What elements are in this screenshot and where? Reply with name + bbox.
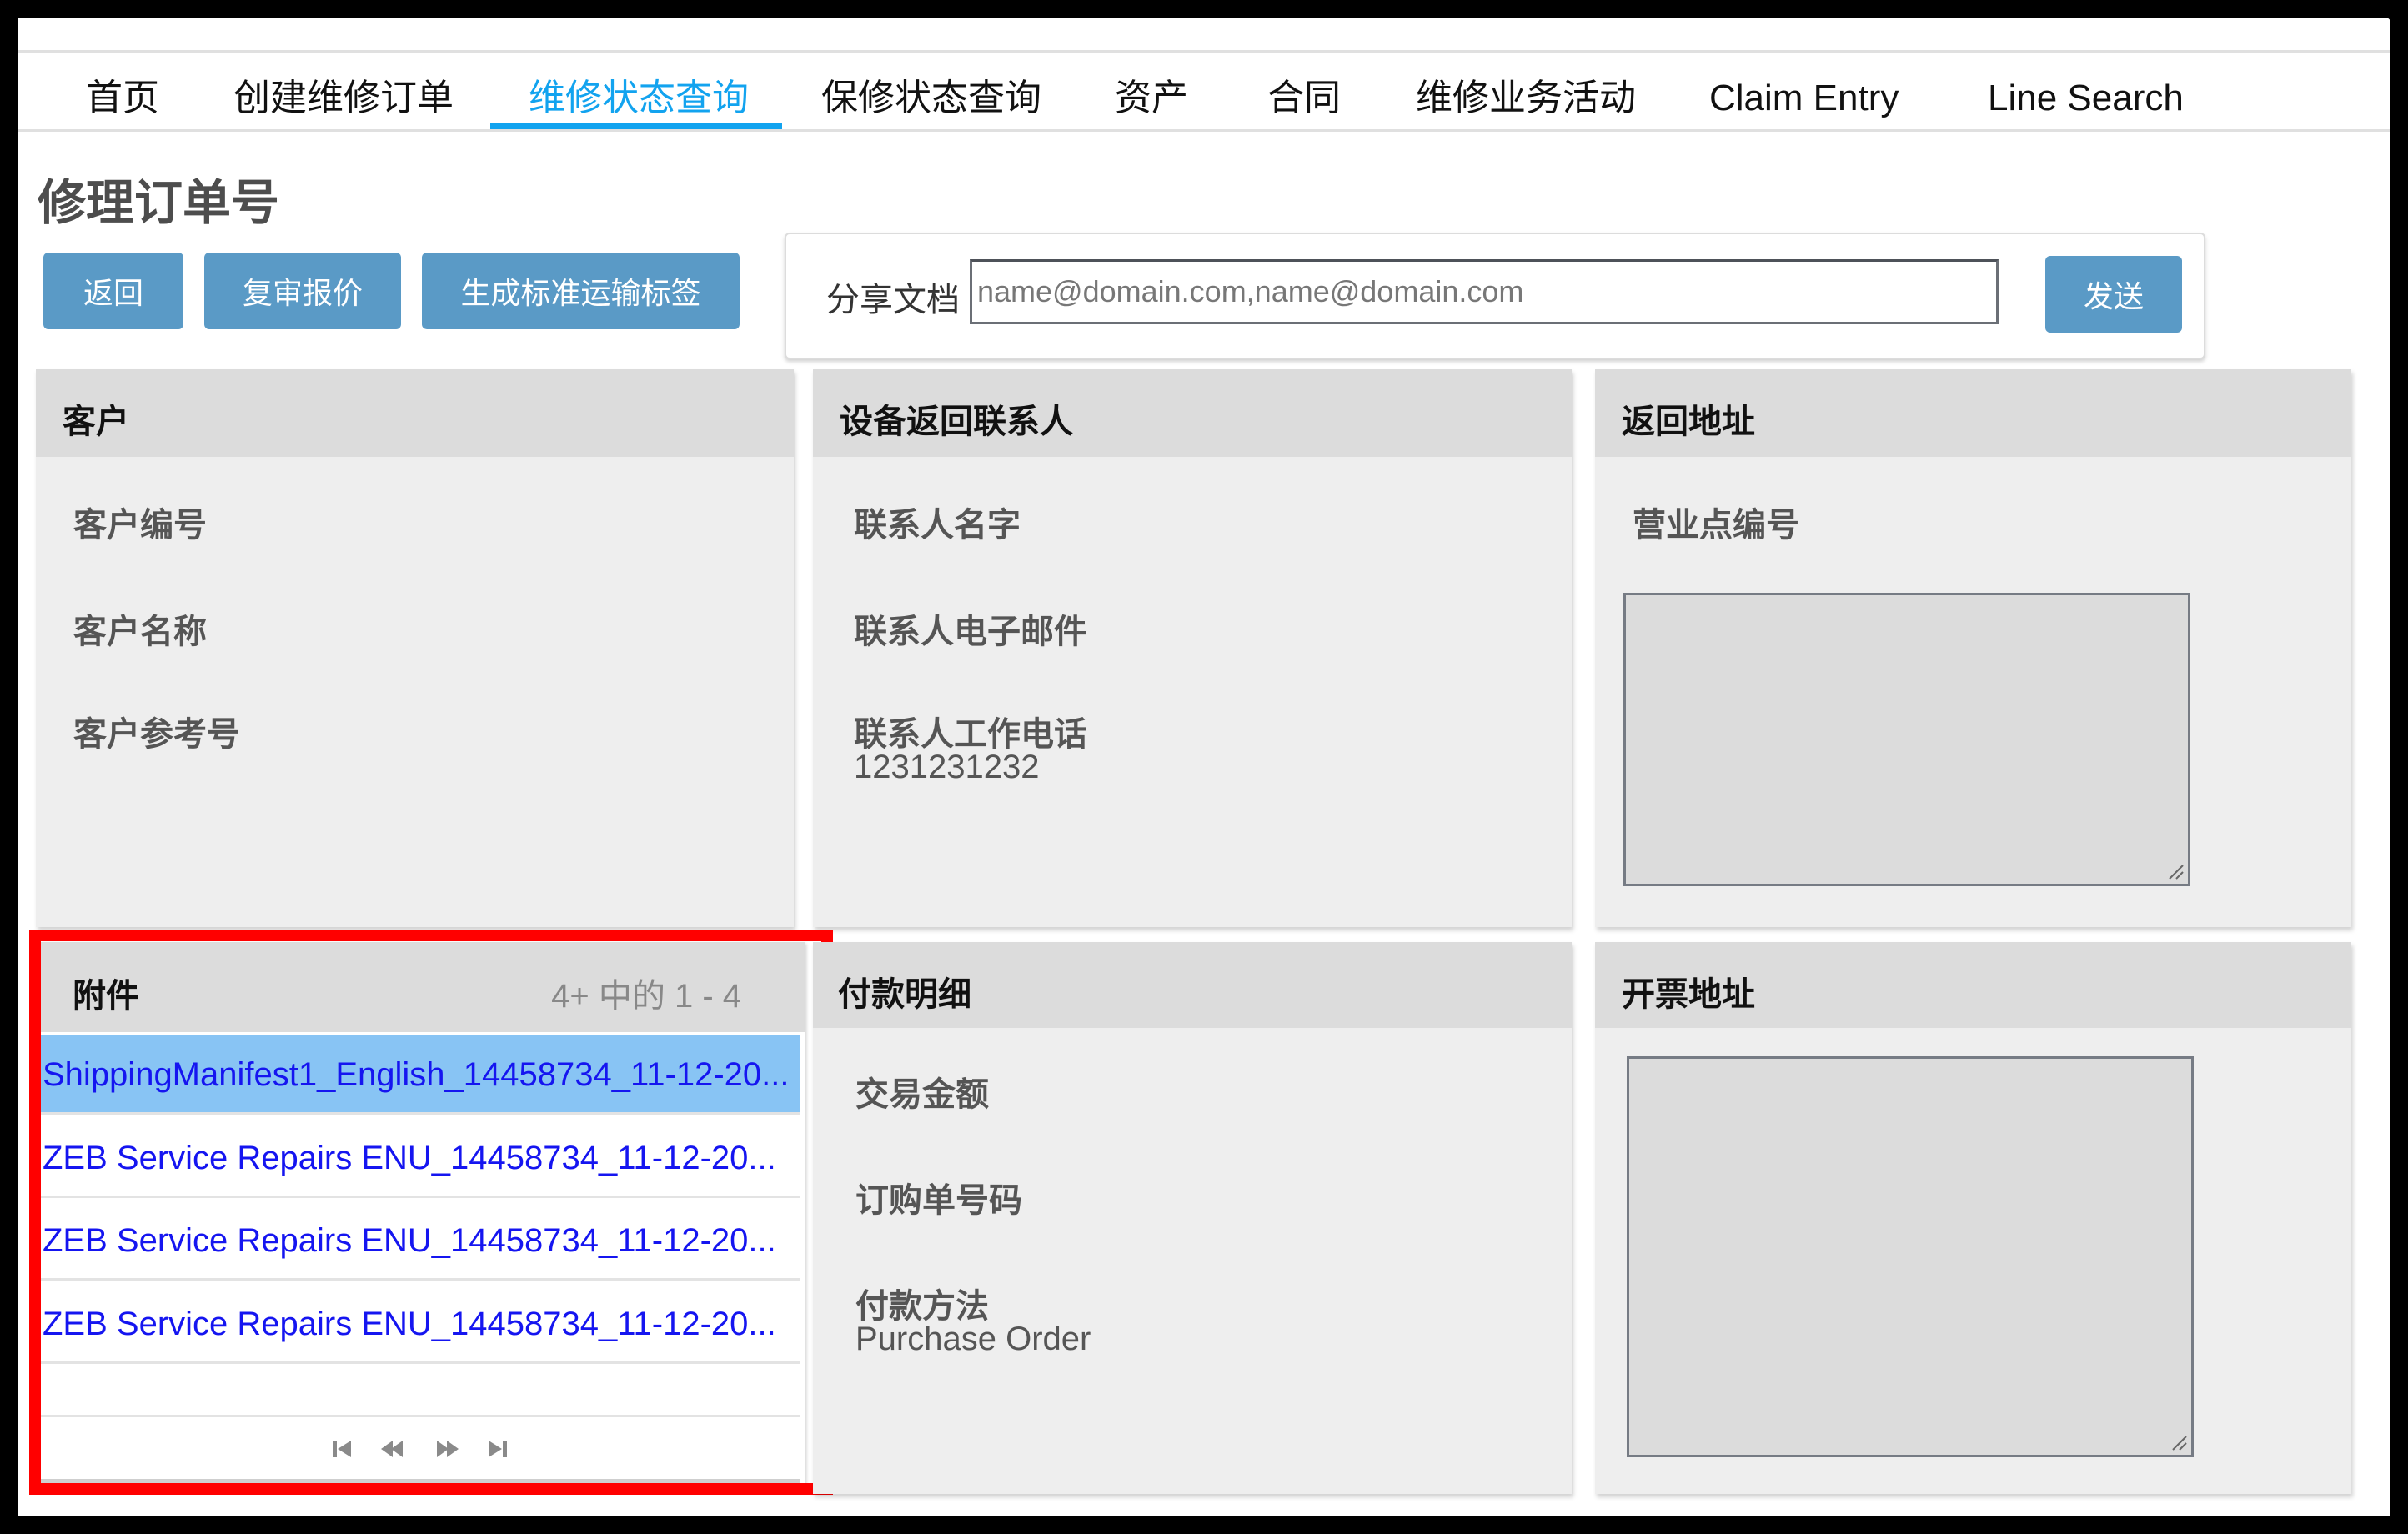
share-email-input[interactable] [970, 259, 1999, 324]
return-address-panel-title: 返回地址 [1622, 404, 1755, 440]
return-address-textarea[interactable] [1623, 593, 2190, 886]
attachment-row[interactable]: ZEB Service Repairs ENU_14458734_11-12-2… [41, 1201, 800, 1281]
customer-reference-label: 客户参考号 [73, 716, 240, 753]
payment-details-panel-title: 付款明细 [838, 976, 971, 1013]
nav-tab-create-repair-order[interactable]: 创建维修订单 [233, 66, 454, 131]
customer-panel-header: 客户 [36, 369, 794, 457]
nav-tab-repair-status[interactable]: 维修状态查询 [529, 66, 749, 131]
attachment-row[interactable]: ShippingManifest1_English_14458734_11-12… [41, 1035, 800, 1115]
billing-address-panel-title: 开票地址 [1622, 976, 1755, 1013]
send-button-label: 发送 [2083, 279, 2144, 313]
nav-tab-claim-entry[interactable]: Claim Entry [1709, 66, 1899, 131]
attachment-row-empty [41, 1367, 800, 1415]
return-contact-panel: 设备返回联系人 联系人名字 联系人电子邮件 联系人工作电话 1231231232 [813, 369, 1572, 927]
attachments-panel-title: 附件 [73, 978, 139, 1015]
review-quote-button[interactable]: 复审报价 [204, 253, 401, 329]
active-tab-indicator [490, 123, 782, 129]
payment-details-panel-header: 付款明细 [813, 942, 1572, 1028]
nav-tab-assets[interactable]: 资产 [1115, 66, 1188, 131]
attachment-link[interactable]: ZEB Service Repairs ENU_14458734_11-12-2… [41, 1306, 776, 1342]
contact-work-phone-value: 1231231232 [854, 749, 1040, 785]
nav-tab-line-search[interactable]: Line Search [1988, 66, 2184, 131]
attachment-link[interactable]: ZEB Service Repairs ENU_14458734_11-12-2… [41, 1140, 776, 1176]
previous-page-icon[interactable] [379, 1437, 404, 1461]
attachments-pager [41, 1415, 800, 1484]
resize-grip-icon[interactable] [2170, 1433, 2188, 1451]
nav-top-divider [18, 50, 2390, 53]
share-documents-label: 分享文档 [826, 282, 960, 318]
return-contact-panel-title: 设备返回联系人 [840, 404, 1073, 440]
last-page-icon[interactable] [485, 1437, 510, 1461]
first-page-icon[interactable] [329, 1437, 354, 1461]
attachment-link[interactable]: ShippingManifest1_English_14458734_11-12… [41, 1056, 790, 1093]
generate-shipping-label-button-label: 生成标准运输标签 [460, 276, 701, 310]
attachments-panel-header: 附件 4+ 中的 1 - 4 [41, 942, 805, 1032]
billing-address-panel: 开票地址 [1595, 942, 2351, 1494]
generate-shipping-label-button[interactable]: 生成标准运输标签 [422, 253, 740, 329]
attachments-panel: 附件 4+ 中的 1 - 4 ShippingManifest1_English… [41, 942, 805, 1484]
customer-number-label: 客户编号 [73, 507, 207, 544]
return-address-panel: 返回地址 营业点编号 [1595, 369, 2351, 927]
customer-panel: 客户 客户编号 客户名称 客户参考号 [36, 369, 794, 927]
payment-details-panel: 付款明细 交易金额 订购单号码 付款方法 Purchase Order [813, 942, 1572, 1494]
review-quote-button-label: 复审报价 [242, 276, 363, 310]
share-documents-box: 分享文档 发送 [785, 233, 2205, 359]
contact-name-label: 联系人名字 [854, 507, 1021, 544]
send-button[interactable]: 发送 [2045, 256, 2182, 333]
attachment-link[interactable]: ZEB Service Repairs ENU_14458734_11-12-2… [41, 1222, 776, 1259]
next-page-icon[interactable] [435, 1437, 460, 1461]
customer-panel-title: 客户 [63, 404, 129, 440]
repair-order-page: 首页 创建维修订单 维修状态查询 保修状态查询 资产 合同 维修业务活动 Cla… [18, 18, 2390, 1516]
transaction-amount-label: 交易金额 [855, 1076, 989, 1113]
attachments-record-count: 4+ 中的 1 - 4 [551, 978, 741, 1015]
billing-address-textarea[interactable] [1627, 1056, 2194, 1457]
nav-tab-warranty-status[interactable]: 保修状态查询 [821, 66, 1041, 131]
site-number-label: 营业点编号 [1633, 507, 1799, 544]
nav-tab-home[interactable]: 首页 [86, 66, 159, 131]
po-number-label: 订购单号码 [855, 1182, 1022, 1219]
contact-email-label: 联系人电子邮件 [854, 614, 1087, 650]
nav-tab-contracts[interactable]: 合同 [1267, 66, 1341, 131]
return-address-panel-header: 返回地址 [1595, 369, 2351, 457]
attachment-row[interactable]: ZEB Service Repairs ENU_14458734_11-12-2… [41, 1118, 800, 1198]
resize-grip-icon[interactable] [2166, 862, 2185, 880]
back-button[interactable]: 返回 [43, 253, 183, 329]
payment-method-value: Purchase Order [855, 1321, 1091, 1357]
page-title: 修理订单号 [38, 176, 280, 230]
billing-address-panel-header: 开票地址 [1595, 942, 2351, 1028]
return-contact-panel-header: 设备返回联系人 [813, 369, 1572, 457]
back-button-label: 返回 [83, 276, 143, 310]
nav-tab-repair-activities[interactable]: 维修业务活动 [1416, 66, 1636, 131]
attachment-row[interactable]: ZEB Service Repairs ENU_14458734_11-12-2… [41, 1284, 800, 1364]
customer-name-label: 客户名称 [73, 614, 207, 650]
